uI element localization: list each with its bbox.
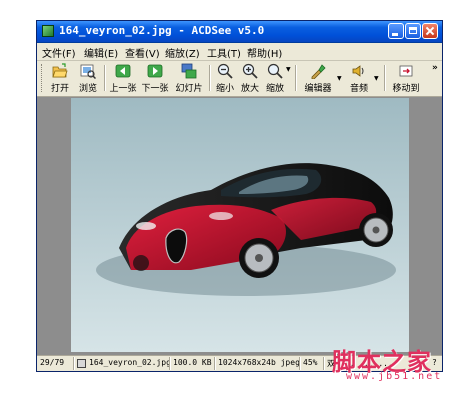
editor-icon <box>311 64 326 79</box>
status-separator <box>169 357 171 370</box>
zoom-button[interactable]: 缩放 <box>264 63 286 95</box>
menu-help[interactable]: 帮助(H) <box>247 45 282 60</box>
toolbar-grip[interactable] <box>41 64 44 92</box>
next-image-label: 下一张 <box>141 84 169 94</box>
open-button[interactable]: 打开 <box>47 63 73 95</box>
status-dimensions: 1024x768x24b jpeg <box>218 358 300 367</box>
editor-dropdown-arrow-icon[interactable]: ▼ <box>337 75 342 82</box>
audio-dropdown-arrow-icon[interactable]: ▼ <box>374 75 379 82</box>
menu-bar: 文件(F) 编辑(E) 查看(V) 缩放(Z) 工具(T) 帮助(H) <box>37 43 442 61</box>
browse-button[interactable]: 浏览 <box>75 63 101 95</box>
menu-edit[interactable]: 编辑(E) <box>84 45 118 60</box>
browse-icon <box>80 64 96 79</box>
editor-button[interactable]: 编辑器 <box>301 63 335 95</box>
magnifier-icon <box>267 63 283 79</box>
site-watermark: 脚本之家 www.jb51.net <box>332 342 472 392</box>
close-button[interactable] <box>422 23 438 39</box>
zoom-in-button[interactable]: 放大 <box>239 63 261 95</box>
next-image-button[interactable]: 下一张 <box>141 63 169 95</box>
menu-zoom[interactable]: 缩放(Z) <box>165 45 200 60</box>
zoom-out-label: 缩小 <box>215 84 234 94</box>
status-separator <box>323 357 325 370</box>
toolbar-separator <box>295 65 297 91</box>
file-icon <box>77 359 86 368</box>
car-photo <box>71 98 409 352</box>
car-image <box>71 98 409 352</box>
slideshow-icon <box>181 63 197 79</box>
audio-label: 音频 <box>349 84 368 94</box>
move-to-label: 移动到 <box>392 84 420 94</box>
menu-file[interactable]: 文件(F) <box>42 45 76 60</box>
menu-view[interactable]: 查看(V) <box>125 45 160 60</box>
title-bar[interactable]: 164_veyron_02.jpg - ACDSee v5.0 <box>37 21 442 43</box>
arrow-right-icon <box>147 64 163 78</box>
zoom-in-icon <box>242 63 258 79</box>
status-separator <box>214 357 216 370</box>
zoom-in-label: 放大 <box>240 84 259 94</box>
arrow-left-icon <box>115 64 131 78</box>
open-label: 打开 <box>50 84 69 94</box>
maximize-button[interactable] <box>405 23 421 39</box>
toolbar-separator <box>209 65 211 91</box>
zoom-out-button[interactable]: 缩小 <box>214 63 236 95</box>
toolbar: 打开 浏览 上一张 下一张 幻灯片 缩小 放大 缩放 ▼ 编辑器 ▼ 音频 ▼ … <box>37 61 442 97</box>
toolbar-separator <box>384 65 386 91</box>
prev-image-button[interactable]: 上一张 <box>109 63 137 95</box>
acdsee-window: 164_veyron_02.jpg - ACDSee v5.0 文件(F) 编辑… <box>36 20 443 372</box>
toolbar-overflow-chevron-icon[interactable]: » <box>432 63 438 73</box>
menu-tools[interactable]: 工具(T) <box>207 45 241 60</box>
move-to-icon <box>399 65 413 77</box>
status-separator <box>73 357 75 370</box>
move-to-button[interactable]: 移动到 <box>390 63 422 95</box>
toolbar-separator <box>104 65 106 91</box>
status-separator <box>299 357 301 370</box>
folder-open-icon <box>52 63 68 78</box>
editor-label: 编辑器 <box>304 84 332 94</box>
status-zoom: 45% <box>303 358 318 367</box>
minimize-button[interactable] <box>388 23 404 39</box>
audio-button[interactable]: 音频 <box>346 63 372 95</box>
status-filesize: 100.0 KB <box>173 358 212 367</box>
speaker-icon <box>352 65 364 77</box>
acdsee-app-icon[interactable] <box>42 25 54 37</box>
watermark-url: www.jb51.net <box>346 371 443 382</box>
zoom-out-icon <box>217 63 233 79</box>
prev-image-label: 上一张 <box>109 84 137 94</box>
window-title: 164_veyron_02.jpg - ACDSee v5.0 <box>59 24 265 37</box>
image-viewer[interactable] <box>37 97 442 355</box>
zoom-label: 缩放 <box>265 84 284 94</box>
slideshow-label: 幻灯片 <box>175 84 203 94</box>
browse-label: 浏览 <box>78 84 97 94</box>
zoom-dropdown-arrow-icon[interactable]: ▼ <box>286 66 291 73</box>
status-filename: 164_veyron_02.jpg <box>89 358 171 367</box>
image-index: 29/79 <box>40 358 65 367</box>
slideshow-button[interactable]: 幻灯片 <box>174 63 204 95</box>
